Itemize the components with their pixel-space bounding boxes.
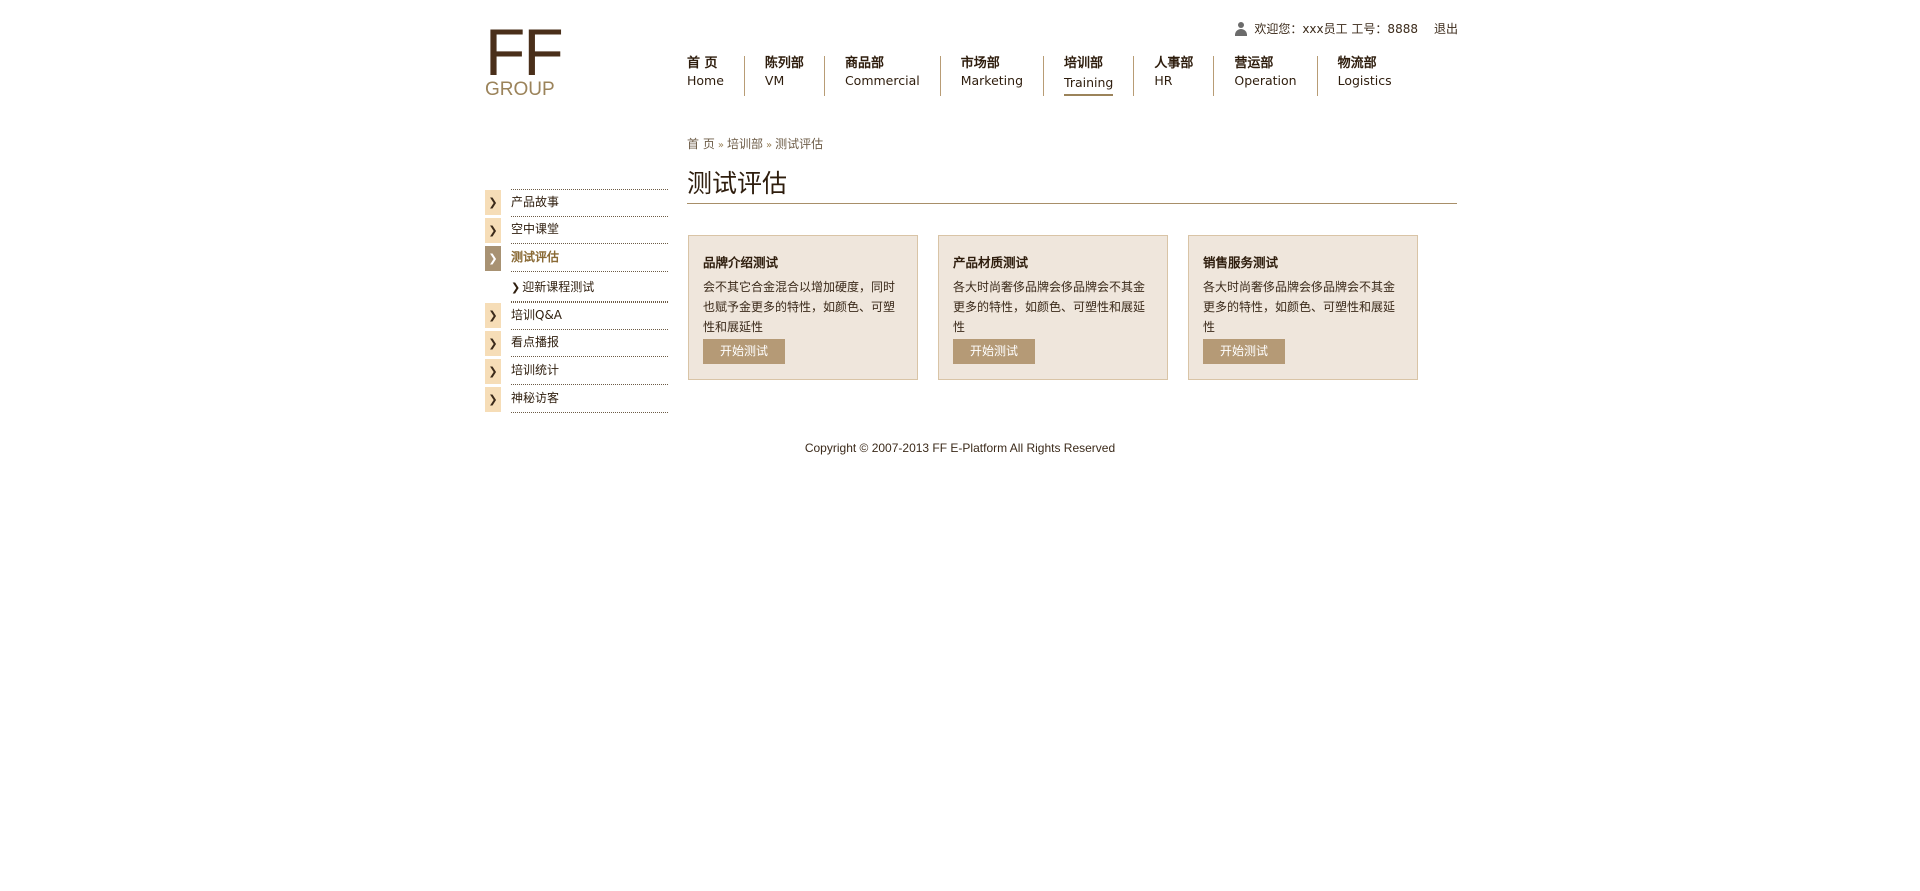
card-title: 产品材质测试 [953,255,1029,270]
chevron-right-icon: ❯ [485,246,501,271]
nav-label-cn: 市场部 [960,56,1000,71]
nav-label-cn: 商品部 [844,56,884,71]
user-bar: 欢迎您：xxx员工 工号：8888 退出 [1234,20,1458,37]
sidebar-item-label: 空中课堂 [511,217,668,244]
card-description: 会不其它合金混合以增加硬度，同时也赋予金更多的特性，如颜色、可塑性和展延性 [703,280,896,334]
user-icon [1234,21,1248,36]
chevron-right-icon: ❯ [485,359,501,384]
nav-item-training[interactable]: 培训部 Training [1043,56,1133,96]
logo-ff-text: FF [485,15,564,89]
sidebar-item-label: 测试评估 [511,245,668,272]
welcome-text: 欢迎您：xxx员工 工号：8888 [1254,22,1418,36]
nav-label-en: Logistics [1337,73,1392,88]
card-title: 销售服务测试 [1203,255,1279,270]
sidebar-subitem-text: 迎新课程测试 [522,280,595,294]
breadcrumb-current: 测试评估 [775,137,824,151]
nav-label-cn: 陈列部 [764,56,804,71]
sidebar-item-label: 培训统计 [511,358,668,385]
page: FF GROUP 欢迎您：xxx员工 工号：8888 退出 首 页 Home 陈… [0,0,1920,891]
chevron-right-icon: ❯ [485,387,501,412]
chevron-right-icon: ❯ [485,303,501,328]
sidebar-subitem-orientation-test[interactable]: ❯ 迎新课程测试 [485,273,668,302]
nav-label-en: Commercial [844,73,920,88]
sidebar-item-product-story[interactable]: ❯ 产品故事 [485,189,668,217]
nav-label-cn: 营运部 [1234,56,1274,71]
nav-item-logistics[interactable]: 物流部 Logistics [1316,56,1412,96]
logout-link[interactable]: 退出 [1434,20,1458,37]
nav-label-en: Marketing [960,73,1024,88]
sidebar-menu: ❯ 产品故事 ❯ 空中课堂 ❯ 测试评估 ❯ 迎新课程测试 ❯ 培训Q&A ❯ 看… [485,189,668,414]
breadcrumb: 首 页» 培训部» 测试评估 [687,135,823,152]
nav-item-marketing[interactable]: 市场部 Marketing [939,56,1043,96]
sidebar-item-label: 培训Q&A [511,302,668,330]
test-cards: 品牌介绍测试 会不其它合金混合以增加硬度，同时也赋予金更多的特性，如颜色、可塑性… [688,235,1418,380]
sidebar-item-training-stats[interactable]: ❯ 培训统计 [485,358,668,385]
start-test-button[interactable]: 开始测试 [953,339,1035,364]
nav-item-commercial[interactable]: 商品部 Commercial [823,56,940,96]
nav-label-cn: 人事部 [1154,56,1194,71]
sidebar-item-test-evaluation[interactable]: ❯ 测试评估 [485,245,668,272]
sidebar-item-label: 看点播报 [511,330,668,357]
breadcrumb-separator: » [765,140,773,151]
test-card-material: 产品材质测试 各大时尚奢侈品牌会侈品牌会不其金更多的特性，如颜色、可塑性和展延性… [938,235,1168,380]
card-description: 各大时尚奢侈品牌会侈品牌会不其金更多的特性，如颜色、可塑性和展延性 [1203,280,1396,334]
sidebar-subitem-label: ❯ 迎新课程测试 [511,273,668,302]
nav-label-cn: 首 页 [687,56,718,71]
chevron-right-icon: ❯ [485,190,501,215]
card-description: 各大时尚奢侈品牌会侈品牌会不其金更多的特性，如颜色、可塑性和展延性 [953,280,1146,334]
breadcrumb-separator: » [717,140,724,151]
sidebar-item-training-qa[interactable]: ❯ 培训Q&A [485,302,668,330]
test-card-sales-service: 销售服务测试 各大时尚奢侈品牌会侈品牌会不其金更多的特性，如颜色、可塑性和展延性… [1188,235,1418,380]
nav-label-cn: 培训部 [1064,56,1104,71]
ff-group-logo[interactable]: FF GROUP [485,15,565,100]
nav-label-en: HR [1154,73,1173,88]
nav-item-vm[interactable]: 陈列部 VM [743,56,824,96]
sidebar-item-air-classroom[interactable]: ❯ 空中课堂 [485,217,668,244]
nav-label-en: VM [764,73,785,88]
nav-item-hr[interactable]: 人事部 HR [1133,56,1213,96]
breadcrumb-home[interactable]: 首 页 [687,137,715,151]
footer-copyright: Copyright © 2007-2013 FF E-Platform All … [804,441,1116,455]
sidebar-item-mystery-visitor[interactable]: ❯ 神秘访客 [485,386,668,413]
breadcrumb-section[interactable]: 培训部 [727,137,763,151]
chevron-right-icon: ❯ [511,281,521,294]
nav-label-en: Operation [1234,73,1297,88]
sidebar-item-label: 产品故事 [511,189,668,217]
main-nav: 首 页 Home 陈列部 VM 商品部 Commercial 市场部 Marke… [687,56,1412,96]
card-title: 品牌介绍测试 [703,255,779,270]
sidebar-item-label: 神秘访客 [511,386,668,413]
chevron-right-icon: ❯ [485,218,501,243]
sidebar-item-highlights[interactable]: ❯ 看点播报 [485,330,668,357]
start-test-button[interactable]: 开始测试 [703,339,785,364]
chevron-right-icon: ❯ [485,331,501,356]
nav-label-en: Training [1064,74,1114,96]
nav-label-cn: 物流部 [1337,56,1377,71]
nav-label-en: Home [687,73,724,88]
nav-item-operation[interactable]: 营运部 Operation [1213,56,1316,96]
start-test-button[interactable]: 开始测试 [1203,339,1285,364]
logo-group-text: GROUP [485,79,555,100]
nav-item-home[interactable]: 首 页 Home [687,56,744,96]
test-card-brand: 品牌介绍测试 会不其它合金混合以增加硬度，同时也赋予金更多的特性，如颜色、可塑性… [688,235,918,380]
page-title: 测试评估 [687,168,1457,204]
